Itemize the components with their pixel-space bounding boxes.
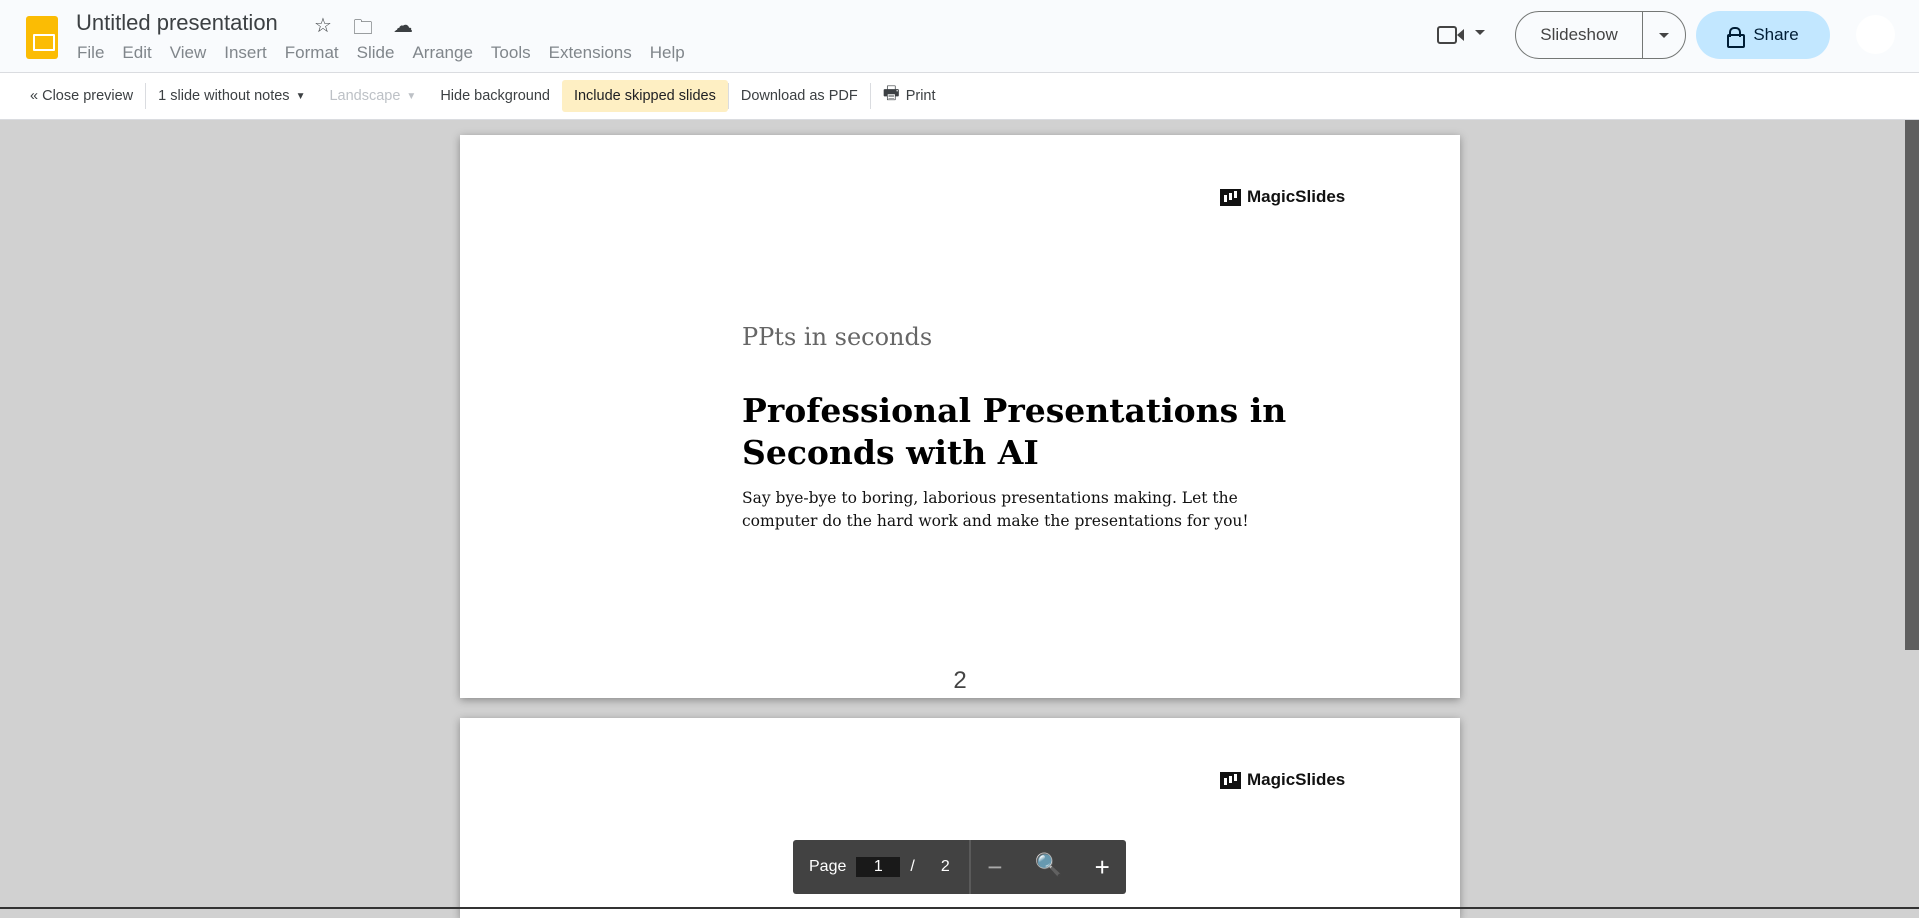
page-navigator: Page / 2 − 🔍 + [793, 840, 1126, 894]
print-button[interactable]: 🖶 Print [871, 80, 948, 112]
menu-format[interactable]: Format [285, 43, 339, 63]
hide-background-button[interactable]: Hide background [428, 80, 562, 112]
menu-insert[interactable]: Insert [224, 43, 267, 63]
logo-text: MagicSlides [1247, 770, 1346, 789]
menu-extensions[interactable]: Extensions [549, 43, 632, 63]
download-pdf-button[interactable]: Download as PDF [729, 80, 870, 112]
include-skipped-slides-button[interactable]: Include skipped slides [561, 80, 728, 112]
zoom-fit-icon[interactable]: 🔍 [1035, 852, 1062, 883]
app-header: Untitled presentation ☆ 🗀 ☁ File Edit Vi… [0, 0, 1398, 72]
slide-body: Say bye-bye to boring, laborious present… [742, 489, 1249, 530]
page-label: Page [809, 858, 847, 875]
print-preview-toolbar: « Close preview 1 slide without notes ▼ L… [0, 72, 1919, 120]
document-title[interactable]: Untitled presentation [76, 10, 278, 36]
share-label: Share [1753, 25, 1799, 44]
magicslides-logo: MagicSlides [1220, 187, 1345, 207]
logo-text: MagicSlides [1247, 187, 1346, 206]
move-folder-icon[interactable]: 🗀 [352, 13, 374, 47]
page-number-input[interactable] [856, 857, 901, 877]
magicslides-logo: MagicSlides [1220, 770, 1345, 790]
menu-view[interactable]: View [170, 43, 207, 63]
caret-down-icon: ▼ [406, 90, 417, 102]
cloud-saved-icon[interactable]: ☁ [392, 13, 414, 47]
lock-icon [1727, 26, 1746, 48]
slide-title: Professional Presentations in Seconds wi… [742, 391, 1287, 472]
menu-slide[interactable]: Slide [357, 43, 395, 63]
slideshow-dropdown[interactable] [1643, 32, 1685, 38]
close-preview-button[interactable]: « Close preview [18, 80, 145, 112]
menu-edit[interactable]: Edit [122, 43, 151, 63]
caret-down-icon: ▼ [295, 90, 306, 102]
notes-label: 1 slide without notes [158, 88, 290, 104]
chevron-down-icon [1475, 30, 1485, 35]
slide-page-number: 2 [953, 667, 967, 694]
print-label: Print [905, 88, 936, 104]
zoom-out-button[interactable]: − [987, 852, 1002, 883]
meet-button[interactable] [1435, 22, 1485, 48]
page-total: 2 [940, 858, 950, 875]
orientation-dropdown[interactable]: Landscape ▼ [317, 80, 428, 112]
avatar[interactable] [1856, 15, 1895, 54]
slideshow-label[interactable]: Slideshow [1516, 12, 1643, 58]
presentation-board-icon [1220, 771, 1241, 789]
menu-help[interactable]: Help [650, 43, 685, 63]
orientation-label: Landscape [329, 88, 401, 104]
notes-dropdown[interactable]: 1 slide without notes ▼ [146, 80, 317, 112]
slide-preview-1: MagicSlides PPts in seconds Professional… [460, 135, 1460, 698]
slides-logo-icon[interactable] [26, 16, 58, 59]
page-separator: / [910, 858, 915, 875]
menu-tools[interactable]: Tools [491, 43, 531, 63]
presentation-board-icon [1220, 188, 1241, 206]
scrollbar[interactable] [1905, 120, 1919, 650]
share-button[interactable]: Share [1696, 11, 1830, 59]
printer-icon: 🖶 [882, 83, 900, 103]
chevron-down-icon [1659, 32, 1669, 38]
star-icon[interactable]: ☆ [312, 13, 334, 47]
menu-file[interactable]: File [77, 43, 104, 63]
slide-subtitle: PPts in seconds [742, 323, 933, 351]
video-camera-icon [1437, 26, 1457, 44]
menu-arrange[interactable]: Arrange [412, 43, 472, 63]
menu-bar: File Edit View Insert Format Slide Arran… [77, 43, 703, 63]
slideshow-button[interactable]: Slideshow [1515, 11, 1686, 59]
zoom-in-button[interactable]: + [1095, 852, 1110, 883]
